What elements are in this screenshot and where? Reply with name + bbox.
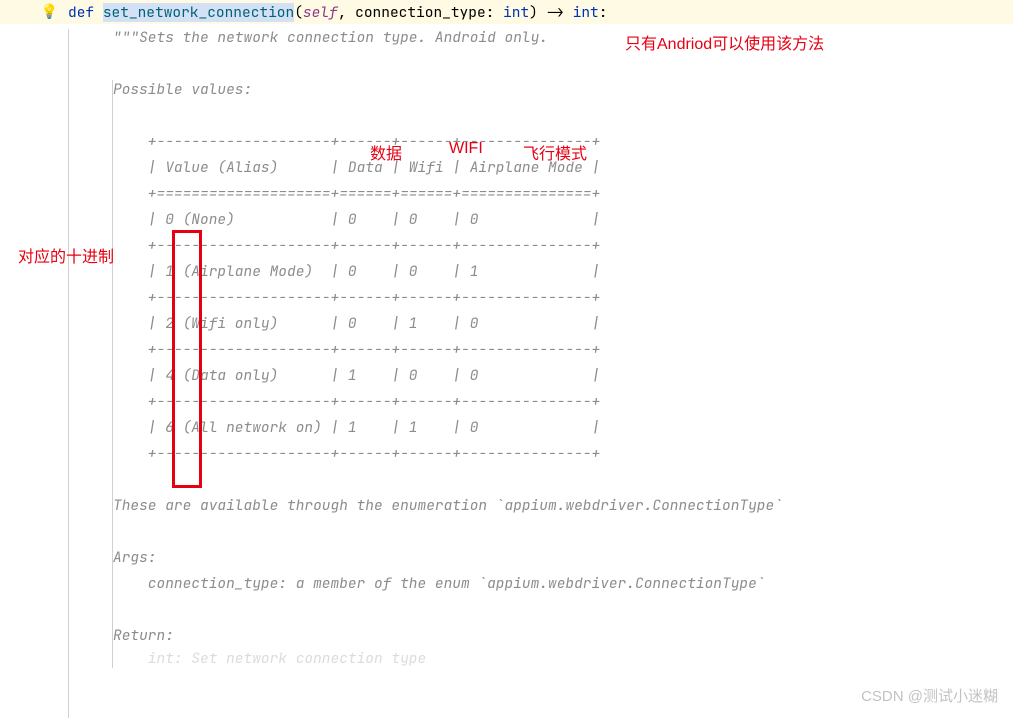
param-self: self: [303, 3, 338, 22]
doc-possible-values: Possible values:: [0, 80, 252, 99]
annotation-android-only: 只有Andriod可以使用该方法: [625, 30, 824, 54]
annotation-data-col: 数据: [370, 140, 402, 164]
indent-guide-2: [112, 80, 113, 668]
table-sep: +--------------------+------+------+----…: [0, 392, 600, 411]
doc-summary: """Sets the network connection type. And…: [0, 28, 548, 47]
param-name: connection_type: [355, 3, 486, 22]
lightbulb-icon[interactable]: 💡: [41, 3, 58, 21]
table-row: | 4 (Data only) | 1 | 0 | 0 |: [0, 366, 600, 385]
doc-args-desc: connection_type: a member of the enum `a…: [0, 574, 766, 593]
doc-return-desc: int: Set network connection type: [0, 649, 426, 668]
table-row: | 2 (Wifi only) | 0 | 1 | 0 |: [0, 314, 600, 333]
code-content[interactable]: def set_network_connection(self, connect…: [68, 3, 1013, 22]
doc-args-header: Args:: [0, 548, 157, 567]
annotation-airplane-col: 飞行模式: [523, 140, 587, 164]
table-sep: +--------------------+------+------+----…: [0, 288, 600, 307]
doc-return-header: Return:: [0, 626, 174, 645]
annotation-decimal-label: 对应的十进制: [18, 243, 114, 267]
table-row: | 6 (All network on) | 1 | 1 | 0 |: [0, 418, 600, 437]
annotation-wifi-col: WIFI: [449, 140, 483, 158]
table-header-sep: +====================+======+======+====…: [0, 184, 600, 203]
annotation-red-box: [172, 230, 202, 488]
table-border-top: +--------------------+------+------+----…: [0, 132, 600, 151]
keyword-def: def: [68, 3, 103, 22]
return-type: int: [573, 3, 599, 22]
watermark: CSDN @测试小迷糊: [861, 685, 998, 706]
table-row: | 0 (None) | 0 | 0 | 0 |: [0, 210, 600, 229]
doc-availability: These are available through the enumerat…: [0, 496, 783, 515]
function-def-line[interactable]: 💡 def set_network_connection(self, conne…: [0, 0, 1013, 24]
param-type: int: [503, 3, 529, 22]
table-border-bottom: +--------------------+------+------+----…: [0, 444, 600, 463]
table-header: | Value (Alias) | Data | Wifi | Airplane…: [0, 158, 600, 177]
function-name: set_network_connection: [103, 3, 294, 22]
docstring-area[interactable]: """Sets the network connection type. And…: [0, 24, 1013, 668]
table-sep: +--------------------+------+------+----…: [0, 340, 600, 359]
gutter: 💡: [0, 3, 68, 21]
